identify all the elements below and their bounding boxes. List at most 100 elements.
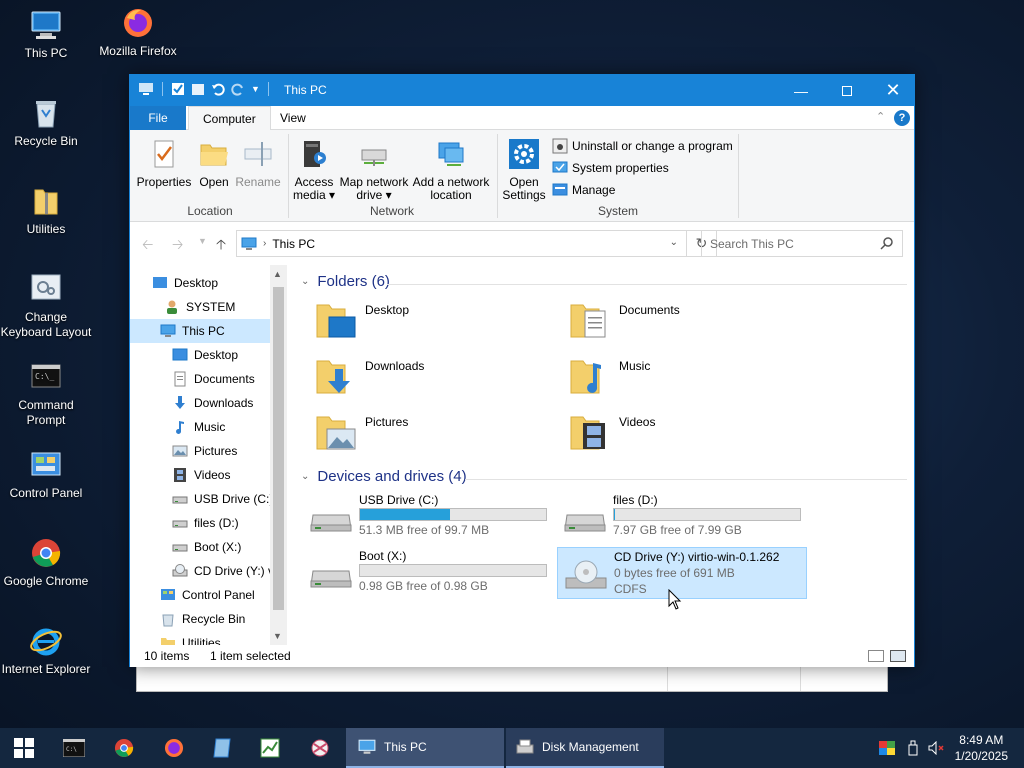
desktop-icon-this-pc[interactable]: This PC (0, 8, 92, 61)
nav-item-desktop[interactable]: Desktop (130, 343, 287, 367)
address-bar[interactable]: › This PC ⌄ (236, 230, 687, 257)
collapse-chevron-icon[interactable]: ⌄ (301, 471, 309, 482)
properties-icon[interactable] (171, 82, 185, 96)
desktop-icon-utilities[interactable]: Utilities (0, 184, 92, 237)
desktop-icon-control-panel[interactable]: Control Panel (0, 448, 92, 501)
title-bar[interactable]: ▼ This PC — ✕ (130, 75, 914, 106)
folder-downloads[interactable]: Downloads (315, 355, 424, 397)
folder-documents[interactable]: Documents (569, 299, 680, 341)
large-icons-view-icon[interactable] (890, 650, 906, 662)
undo-icon[interactable] (211, 82, 225, 96)
tray-usb-icon[interactable] (902, 728, 924, 768)
scrollbar-thumb[interactable] (273, 287, 284, 610)
desktop-icon-change-keyboard-layout[interactable]: Change Keyboard Layout (0, 272, 92, 340)
recent-locations-chevron-icon[interactable]: ▼ (198, 236, 207, 246)
nav-item-videos[interactable]: Videos (130, 463, 287, 487)
taskbar-editor[interactable] (246, 728, 294, 768)
taskbar-app-launcher[interactable] (198, 728, 246, 768)
task-label: Disk Management (542, 740, 639, 754)
collapse-ribbon-icon[interactable]: ⌃ (876, 110, 885, 123)
open-settings-button[interactable]: Open Settings (502, 138, 546, 202)
taskbar-command-prompt[interactable]: C:\ (50, 728, 98, 768)
taskbar-chrome[interactable] (100, 728, 148, 768)
tray-color-icon[interactable] (876, 728, 898, 768)
nav-item-control-panel[interactable]: Control Panel (130, 583, 287, 607)
desktop-icon-internet-explorer[interactable]: Internet Explorer (0, 624, 92, 677)
details-view-icon[interactable] (868, 650, 884, 662)
nav-item-system[interactable]: SYSTEM (130, 295, 287, 319)
minimize-button[interactable]: — (778, 75, 824, 106)
close-button[interactable]: ✕ (870, 75, 916, 106)
map-network-drive-button[interactable]: Map network drive ▾ (338, 138, 410, 202)
up-arrow-icon[interactable]: 🡡 (216, 234, 226, 258)
nav-item-files-drive[interactable]: files (D:) (130, 511, 287, 535)
folder-label: Pictures (365, 415, 409, 429)
nav-item-desktop-root[interactable]: Desktop (130, 271, 287, 295)
open-button[interactable]: Open (194, 138, 234, 189)
tab-view[interactable]: View (266, 106, 320, 130)
customize-chevron-icon[interactable]: ▼ (251, 84, 260, 94)
taskbar-window-disk-management[interactable]: Disk Management (506, 728, 664, 768)
uninstall-program-button[interactable]: Uninstall or change a program (552, 138, 733, 154)
search-input[interactable]: Search This PC (701, 230, 903, 257)
new-folder-icon[interactable] (191, 82, 205, 96)
system-properties-button[interactable]: System properties (552, 160, 669, 176)
folder-desktop[interactable]: Desktop (315, 299, 409, 341)
add-network-location-button[interactable]: Add a network location (412, 138, 490, 202)
tray-volume-icon[interactable] (926, 728, 948, 768)
system-clock[interactable]: 8:49 AM 1/20/2025 (955, 732, 1008, 764)
access-media-button[interactable]: Access media ▾ (292, 138, 336, 202)
start-button[interactable] (0, 728, 48, 768)
drive-boot-x[interactable]: Boot (X:) 0.98 GB free of 0.98 GB (303, 547, 553, 599)
maximize-button[interactable] (824, 75, 870, 106)
address-dropdown-icon[interactable]: ⌄ (670, 237, 678, 248)
redo-icon[interactable] (231, 82, 245, 96)
taskbar-firefox[interactable] (150, 728, 198, 768)
nav-item-usb-drive[interactable]: USB Drive (C:) (130, 487, 287, 511)
tab-computer[interactable]: Computer (188, 106, 271, 131)
desktop-icon-command-prompt[interactable]: C:\_ Command Prompt (0, 360, 92, 428)
folder-pictures[interactable]: Pictures (315, 411, 408, 453)
nav-item-pictures[interactable]: Pictures (130, 439, 287, 463)
taskbar-window-this-pc[interactable]: This PC (346, 728, 504, 768)
back-arrow-icon[interactable]: 🡠 (142, 234, 153, 258)
drive-cd-y[interactable]: CD Drive (Y:) virtio-win-0.1.262 0 bytes… (557, 547, 807, 599)
nav-item-downloads[interactable]: Downloads (130, 391, 287, 415)
nav-item-utilities[interactable]: Utilities (130, 631, 287, 645)
this-pc-icon (139, 83, 153, 95)
nav-item-this-pc[interactable]: This PC (130, 319, 287, 343)
folder-videos[interactable]: Videos (569, 411, 655, 453)
desktop-icon-label: Internet Explorer (1, 662, 91, 676)
drive-usb-c[interactable]: USB Drive (C:) 51.3 MB free of 99.7 MB (303, 491, 553, 543)
collapse-chevron-icon[interactable]: ⌄ (301, 276, 309, 287)
breadcrumb-separator-icon[interactable]: › (263, 238, 266, 249)
properties-button[interactable]: Properties (136, 138, 192, 189)
access-media-label: Access media ▾ (292, 175, 336, 202)
folder-music[interactable]: Music (569, 355, 650, 397)
nav-item-documents[interactable]: Documents (130, 367, 287, 391)
rename-button[interactable]: Rename (234, 138, 282, 189)
taskbar-snipping-tool[interactable] (296, 728, 344, 768)
devices-section-header[interactable]: ⌄ Devices and drives (4) (301, 468, 467, 485)
manage-button[interactable]: Manage (552, 182, 615, 198)
open-folder-icon (200, 144, 228, 166)
breadcrumb[interactable]: This PC (272, 237, 315, 251)
tab-file[interactable]: File (130, 106, 186, 130)
help-icon[interactable]: ? (894, 110, 910, 126)
scroll-down-icon[interactable]: ▼ (273, 631, 282, 641)
usb-icon (908, 740, 918, 756)
nav-item-cd-drive[interactable]: CD Drive (Y:) vi (130, 559, 287, 583)
nav-item-recycle-bin[interactable]: Recycle Bin (130, 607, 287, 631)
properties-icon (154, 140, 174, 168)
nav-scrollbar[interactable]: ▲ ▼ (270, 265, 287, 645)
nav-item-boot-drive[interactable]: Boot (X:) (130, 535, 287, 559)
quick-access-toolbar: ▼ (138, 82, 271, 96)
nav-item-music[interactable]: Music (130, 415, 287, 439)
desktop-icon-google-chrome[interactable]: Google Chrome (0, 536, 92, 589)
forward-arrow-icon[interactable]: 🡢 (172, 234, 183, 258)
scroll-up-icon[interactable]: ▲ (273, 269, 282, 279)
drive-files-d[interactable]: files (D:) 7.97 GB free of 7.99 GB (557, 491, 807, 543)
desktop-icon-firefox[interactable]: Mozilla Firefox (92, 6, 184, 59)
folders-section-header[interactable]: ⌄ Folders (6) (301, 273, 390, 290)
desktop-icon-recycle-bin[interactable]: Recycle Bin (0, 96, 92, 149)
